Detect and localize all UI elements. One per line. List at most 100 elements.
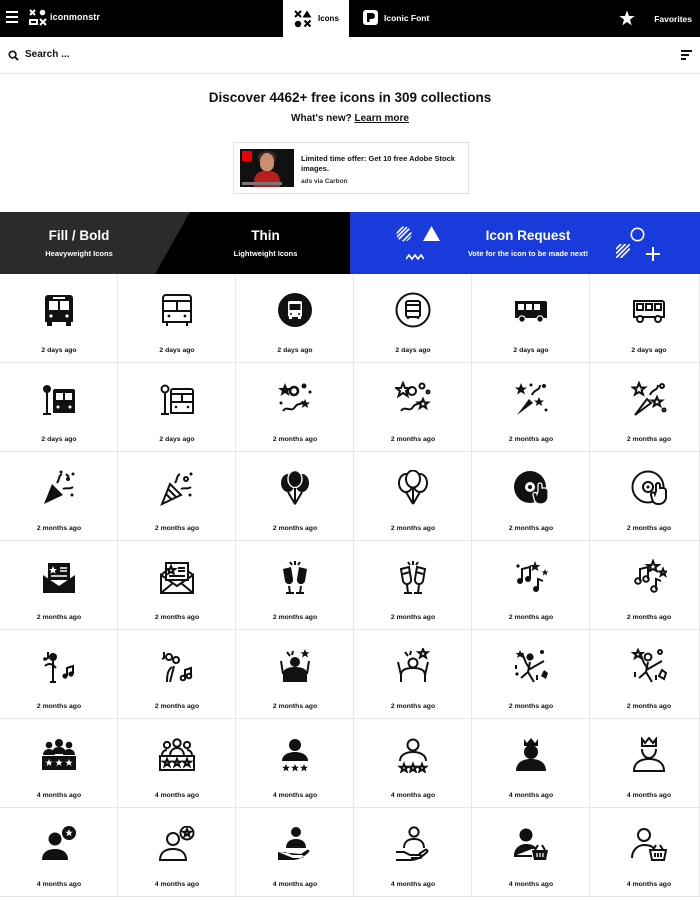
icon-date: 4 months ago: [508, 792, 554, 799]
icon-tile[interactable]: 4 months ago: [472, 719, 590, 808]
cheers-thin-icon[interactable]: [395, 559, 431, 595]
icon-tile[interactable]: 2 months ago: [118, 452, 236, 541]
music-notes-fill-icon[interactable]: [513, 559, 549, 595]
icon-tile[interactable]: 2 days ago: [0, 363, 118, 452]
icon-tile[interactable]: 2 months ago: [472, 541, 590, 630]
icon-tile[interactable]: 4 months ago: [118, 719, 236, 808]
icon-tile[interactable]: 2 days ago: [118, 363, 236, 452]
icon-tile[interactable]: 2 months ago: [590, 630, 700, 719]
bus-side-fill-icon[interactable]: [513, 292, 549, 328]
icon-tile[interactable]: 2 months ago: [236, 541, 354, 630]
icon-tile[interactable]: 4 months ago: [0, 719, 118, 808]
confetti-fill-icon[interactable]: [277, 381, 313, 417]
confetti-thin-icon[interactable]: [395, 381, 431, 417]
audience-rating-fill-icon[interactable]: [41, 737, 77, 773]
icon-tile[interactable]: 2 months ago: [472, 452, 590, 541]
cheers-fill-icon[interactable]: [277, 559, 313, 595]
icon-tile[interactable]: 2 months ago: [472, 363, 590, 452]
icon-tile[interactable]: 2 months ago: [0, 452, 118, 541]
king-thin-icon[interactable]: [631, 737, 667, 773]
icon-tile[interactable]: 4 months ago: [236, 719, 354, 808]
balloons-fill-icon[interactable]: [277, 470, 313, 506]
user-rating-thin-icon[interactable]: [395, 737, 431, 773]
bus-circle-fill-icon[interactable]: [277, 292, 313, 328]
icon-tile[interactable]: 4 months ago: [472, 808, 590, 897]
vinyl-fill-icon[interactable]: [513, 470, 549, 506]
icon-tile[interactable]: 4 months ago: [590, 719, 700, 808]
cheering-fill-icon[interactable]: [277, 648, 313, 684]
icon-tile[interactable]: 4 months ago: [118, 808, 236, 897]
icon-tile[interactable]: 2 days ago: [472, 274, 590, 363]
icon-tile[interactable]: 2 months ago: [354, 541, 472, 630]
learn-more-link[interactable]: Learn more: [355, 113, 409, 124]
user-hand-thin-icon[interactable]: [395, 826, 431, 862]
dancer-fill-icon[interactable]: [513, 648, 549, 684]
sort-filter-icon[interactable]: [681, 50, 692, 60]
balloons-thin-icon[interactable]: [395, 470, 431, 506]
icon-request-banner[interactable]: Icon Request Vote for the icon to be mad…: [350, 212, 700, 274]
icon-tile[interactable]: 2 months ago: [354, 452, 472, 541]
icon-tile[interactable]: 4 months ago: [354, 808, 472, 897]
user-favorite-fill-icon[interactable]: [41, 826, 77, 862]
icon-tile[interactable]: 2 months ago: [354, 363, 472, 452]
icon-tile[interactable]: 2 days ago: [354, 274, 472, 363]
icon-tile[interactable]: 2 months ago: [0, 630, 118, 719]
icon-tile[interactable]: 2 days ago: [0, 274, 118, 363]
vinyl-thin-icon[interactable]: [631, 470, 667, 506]
icon-tile[interactable]: 2 months ago: [590, 541, 700, 630]
icon-date: 2 months ago: [36, 525, 82, 532]
icon-tile[interactable]: 2 months ago: [472, 630, 590, 719]
icon-tile[interactable]: 4 months ago: [590, 808, 700, 897]
cheering-thin-icon[interactable]: [395, 648, 431, 684]
bus-front-fill-icon[interactable]: [41, 292, 77, 328]
karaoke-thin-icon[interactable]: [159, 648, 195, 684]
icon-tile[interactable]: 2 months ago: [118, 541, 236, 630]
bus-side-thin-icon[interactable]: [631, 292, 667, 328]
bus-circle-thin-icon[interactable]: [395, 292, 431, 328]
search-input[interactable]: Search ...: [25, 49, 69, 60]
user-favorite-thin-icon[interactable]: [159, 826, 195, 862]
fireworks-thin-icon[interactable]: [631, 381, 667, 417]
icon-tile[interactable]: 2 months ago: [118, 630, 236, 719]
user-rating-fill-icon[interactable]: [277, 737, 313, 773]
user-basket-fill-icon[interactable]: [513, 826, 549, 862]
icon-tile[interactable]: 2 days ago: [236, 274, 354, 363]
carbon-ad[interactable]: Limited time offer: Get 10 free Adobe St…: [233, 142, 469, 194]
icon-tile[interactable]: 2 months ago: [590, 452, 700, 541]
invitation-fill-icon[interactable]: [41, 559, 77, 595]
brand-name[interactable]: iconmonstr: [50, 12, 100, 22]
bus-stop-thin-icon[interactable]: [159, 381, 195, 417]
icon-tile[interactable]: 2 days ago: [590, 274, 700, 363]
icon-tile[interactable]: 2 months ago: [236, 452, 354, 541]
icon-tile[interactable]: 2 months ago: [354, 630, 472, 719]
icon-tile[interactable]: 4 months ago: [236, 808, 354, 897]
hamburger-menu-icon[interactable]: [6, 11, 18, 23]
icon-tile[interactable]: 2 months ago: [0, 541, 118, 630]
karaoke-fill-icon[interactable]: [41, 648, 77, 684]
search-bar[interactable]: Search ...: [0, 37, 700, 74]
party-popper-fill-icon[interactable]: [41, 470, 77, 506]
dancer-thin-icon[interactable]: [631, 648, 667, 684]
bus-stop-fill-icon[interactable]: [41, 381, 77, 417]
audience-rating-thin-icon[interactable]: [159, 737, 195, 773]
icon-tile[interactable]: 4 months ago: [0, 808, 118, 897]
top-navigation-bar: iconmonstr Icons Iconic Font Favorites: [0, 0, 700, 37]
icon-tile[interactable]: 2 months ago: [236, 630, 354, 719]
user-hand-fill-icon[interactable]: [277, 826, 313, 862]
tab-icons[interactable]: Icons: [283, 0, 349, 37]
icon-tile[interactable]: 2 months ago: [590, 363, 700, 452]
music-notes-thin-icon[interactable]: [631, 559, 667, 595]
ad-image[interactable]: [240, 149, 294, 187]
king-fill-icon[interactable]: [513, 737, 549, 773]
party-popper-thin-icon[interactable]: [159, 470, 195, 506]
ad-title[interactable]: Limited time offer: Get 10 free Adobe St…: [301, 154, 461, 173]
icon-tile[interactable]: 2 months ago: [236, 363, 354, 452]
icon-tile[interactable]: 2 days ago: [118, 274, 236, 363]
user-basket-thin-icon[interactable]: [631, 826, 667, 862]
iconmonstr-logo-icon[interactable]: [28, 8, 48, 28]
bus-front-thin-icon[interactable]: [159, 292, 195, 328]
invitation-thin-icon[interactable]: [159, 559, 195, 595]
icon-tile[interactable]: 4 months ago: [354, 719, 472, 808]
ad-via-label[interactable]: ads via Carbon: [301, 178, 348, 185]
fireworks-fill-icon[interactable]: [513, 381, 549, 417]
